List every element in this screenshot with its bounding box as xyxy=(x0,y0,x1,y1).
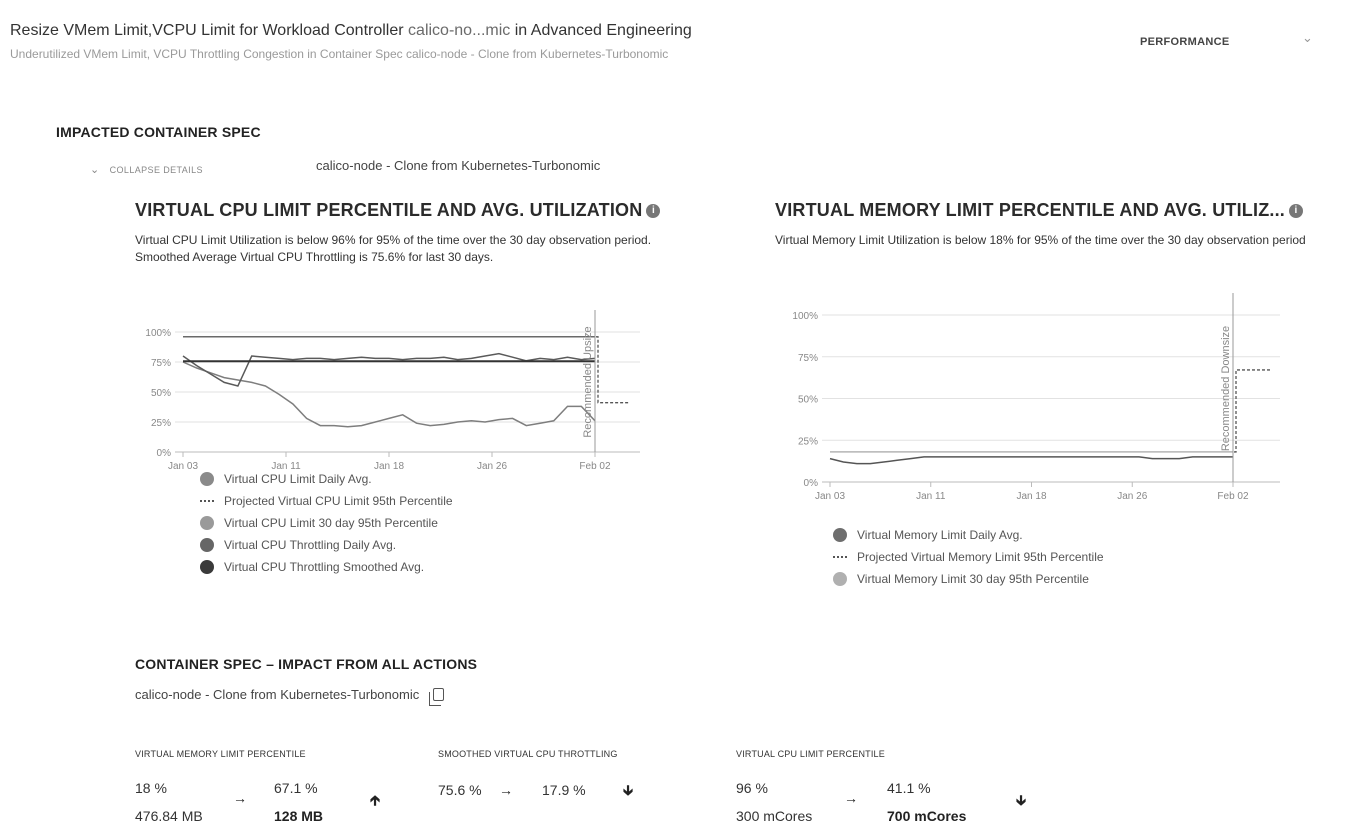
arrow-up-icon: 🡱 xyxy=(370,792,381,808)
arrow-down-icon: 🡳 xyxy=(1016,792,1027,808)
impact-spec: calico-node - Clone from Kubernetes-Turb… xyxy=(135,687,445,706)
metric-vcpu-to-abs: 700 mCores xyxy=(887,808,967,824)
collapse-details-toggle[interactable]: ⌄ COLLAPSE DETAILS xyxy=(90,163,203,176)
legend-dot-icon xyxy=(200,472,214,486)
x-tick-label: Feb 02 xyxy=(579,461,611,470)
x-tick-label: Jan 26 xyxy=(1117,491,1147,502)
chevron-down-icon[interactable]: ⌄ xyxy=(1302,30,1313,46)
action-title: Resize VMem Limit,VCPU Limit for Workloa… xyxy=(10,22,692,40)
metric-throttling-label: SMOOTHED VIRTUAL CPU THROTTLING xyxy=(438,749,618,759)
mem-chart-description: Virtual Memory Limit Utilization is belo… xyxy=(775,233,1306,247)
x-tick-label: Jan 03 xyxy=(168,461,198,470)
impacted-heading: IMPACTED CONTAINER SPEC xyxy=(56,124,261,140)
legend-item[interactable]: Virtual CPU Throttling Daily Avg. xyxy=(200,534,453,556)
projected-line xyxy=(1234,369,1270,453)
cpu-chart-description: Virtual CPU Limit Utilization is below 9… xyxy=(135,233,652,264)
y-tick-label: 75% xyxy=(798,353,818,364)
copy-icon[interactable] xyxy=(429,688,445,706)
y-tick-label: 0% xyxy=(804,478,819,489)
legend-label: Virtual Memory Limit 30 day 95th Percent… xyxy=(857,572,1089,586)
mem-legend: Virtual Memory Limit Daily Avg. Projected… xyxy=(833,524,1104,590)
metric-throttling-from-pct: 75.6 % xyxy=(438,782,482,798)
metric-vcpu-label: VIRTUAL CPU LIMIT PERCENTILE xyxy=(736,749,885,759)
info-icon[interactable]: i xyxy=(646,204,661,218)
metric-vmem-from-abs: 476.84 MB xyxy=(135,808,203,824)
info-icon[interactable]: i xyxy=(1289,204,1304,218)
cpu-chart-title: VIRTUAL CPU LIMIT PERCENTILE AND AVG. UT… xyxy=(135,200,661,221)
action-subtitle: Underutilized VMem Limit, VCPU Throttlin… xyxy=(10,47,669,61)
legend-item[interactable]: Virtual CPU Limit 30 day 95th Percentile xyxy=(200,512,453,534)
legend-label: Virtual CPU Limit 30 day 95th Percentile xyxy=(224,516,438,530)
metric-vmem-from-pct: 18 % xyxy=(135,780,167,796)
y-tick-label: 0% xyxy=(157,448,172,459)
legend-item[interactable]: Virtual CPU Limit Daily Avg. xyxy=(200,468,453,490)
y-tick-label: 50% xyxy=(798,395,818,406)
legend-item[interactable]: Projected Virtual CPU Limit 95th Percent… xyxy=(200,490,453,512)
x-tick-label: Jan 11 xyxy=(916,491,946,502)
metric-vmem-to-abs: 128 MB xyxy=(274,808,324,824)
cpu-chart-title-text: VIRTUAL CPU LIMIT PERCENTILE AND AVG. UT… xyxy=(135,200,643,220)
legend-dot-icon xyxy=(833,572,847,586)
impacted-spec-name: calico-node - Clone from Kubernetes-Turb… xyxy=(316,158,601,173)
metric-vmem-label: VIRTUAL MEMORY LIMIT PERCENTILE xyxy=(135,749,306,759)
legend-label: Virtual CPU Throttling Smoothed Avg. xyxy=(224,560,425,574)
metric-vcpu-from-pct: 96 % xyxy=(736,780,768,796)
metric-vcpu-from-abs: 300 mCores xyxy=(736,808,813,824)
legend-item[interactable]: Virtual Memory Limit Daily Avg. xyxy=(833,524,1104,546)
projected-line xyxy=(596,336,630,404)
title-suffix: in Advanced Engineering xyxy=(514,22,692,39)
y-tick-label: 25% xyxy=(798,436,818,447)
legend-label: Virtual Memory Limit Daily Avg. xyxy=(857,528,1023,542)
mem-chart-title-text: VIRTUAL MEMORY LIMIT PERCENTILE AND AVG.… xyxy=(775,200,1286,220)
legend-dot-icon xyxy=(200,560,214,574)
legend-item[interactable]: Projected Virtual Memory Limit 95th Perc… xyxy=(833,546,1104,568)
category-dropdown[interactable]: PERFORMANCE xyxy=(1140,36,1229,48)
series-line xyxy=(829,456,1233,465)
title-prefix: Resize VMem Limit,VCPU Limit for Workloa… xyxy=(10,22,404,39)
legend-dot-icon xyxy=(833,528,847,542)
mem-chart-title: VIRTUAL MEMORY LIMIT PERCENTILE AND AVG.… xyxy=(775,200,1304,221)
x-tick-label: Feb 02 xyxy=(1217,491,1249,502)
y-tick-label: 100% xyxy=(145,328,171,339)
metric-vcpu-to-pct: 41.1 % xyxy=(887,780,931,796)
legend-label: Virtual CPU Limit Daily Avg. xyxy=(224,472,372,486)
impact-heading: CONTAINER SPEC – IMPACT FROM ALL ACTIONS xyxy=(135,656,478,672)
y-tick-label: 25% xyxy=(151,418,171,429)
chevron-down-icon: ⌄ xyxy=(90,164,100,176)
dashed-line-icon xyxy=(833,556,847,558)
arrow-right-icon: → xyxy=(844,790,858,806)
y-tick-label: 100% xyxy=(792,311,818,322)
y-tick-label: 50% xyxy=(151,388,171,399)
x-tick-label: Jan 26 xyxy=(477,461,507,470)
x-tick-label: Jan 03 xyxy=(815,491,845,502)
dashed-line-icon xyxy=(200,500,214,502)
metric-vmem-to-pct: 67.1 % xyxy=(274,780,318,796)
legend-label: Projected Virtual Memory Limit 95th Perc… xyxy=(857,550,1104,564)
impact-spec-name: calico-node - Clone from Kubernetes-Turb… xyxy=(135,687,420,702)
arrow-right-icon: → xyxy=(499,782,513,798)
metric-throttling-to-pct: 17.9 % xyxy=(542,782,586,798)
legend-dot-icon xyxy=(200,538,214,552)
legend-label: Virtual CPU Throttling Daily Avg. xyxy=(224,538,397,552)
arrow-down-icon: 🡳 xyxy=(623,782,634,798)
y-tick-label: 75% xyxy=(151,358,171,369)
recommendation-marker-label: Recommended Upsize xyxy=(582,326,594,437)
collapse-label: COLLAPSE DETAILS xyxy=(109,165,203,175)
recommendation-marker-label: Recommended Downsize xyxy=(1220,326,1232,451)
legend-item[interactable]: Virtual Memory Limit 30 day 95th Percent… xyxy=(833,568,1104,590)
arrow-right-icon: → xyxy=(233,790,247,806)
legend-dot-icon xyxy=(200,516,214,530)
legend-label: Projected Virtual CPU Limit 95th Percent… xyxy=(224,494,453,508)
x-tick-label: Jan 18 xyxy=(1016,491,1046,502)
cpu-legend: Virtual CPU Limit Daily Avg. Projected Vi… xyxy=(200,468,453,578)
cpu-chart: Recommended Upsize 100% 75% 50% 25% 0% Jan 0… xyxy=(145,310,640,470)
mem-chart: Recommended Downsize 100% 75% 50% 25% 0% Jan… xyxy=(792,293,1280,502)
title-entity-link[interactable]: calico-no...mic xyxy=(408,22,510,39)
legend-item[interactable]: Virtual CPU Throttling Smoothed Avg. xyxy=(200,556,453,578)
